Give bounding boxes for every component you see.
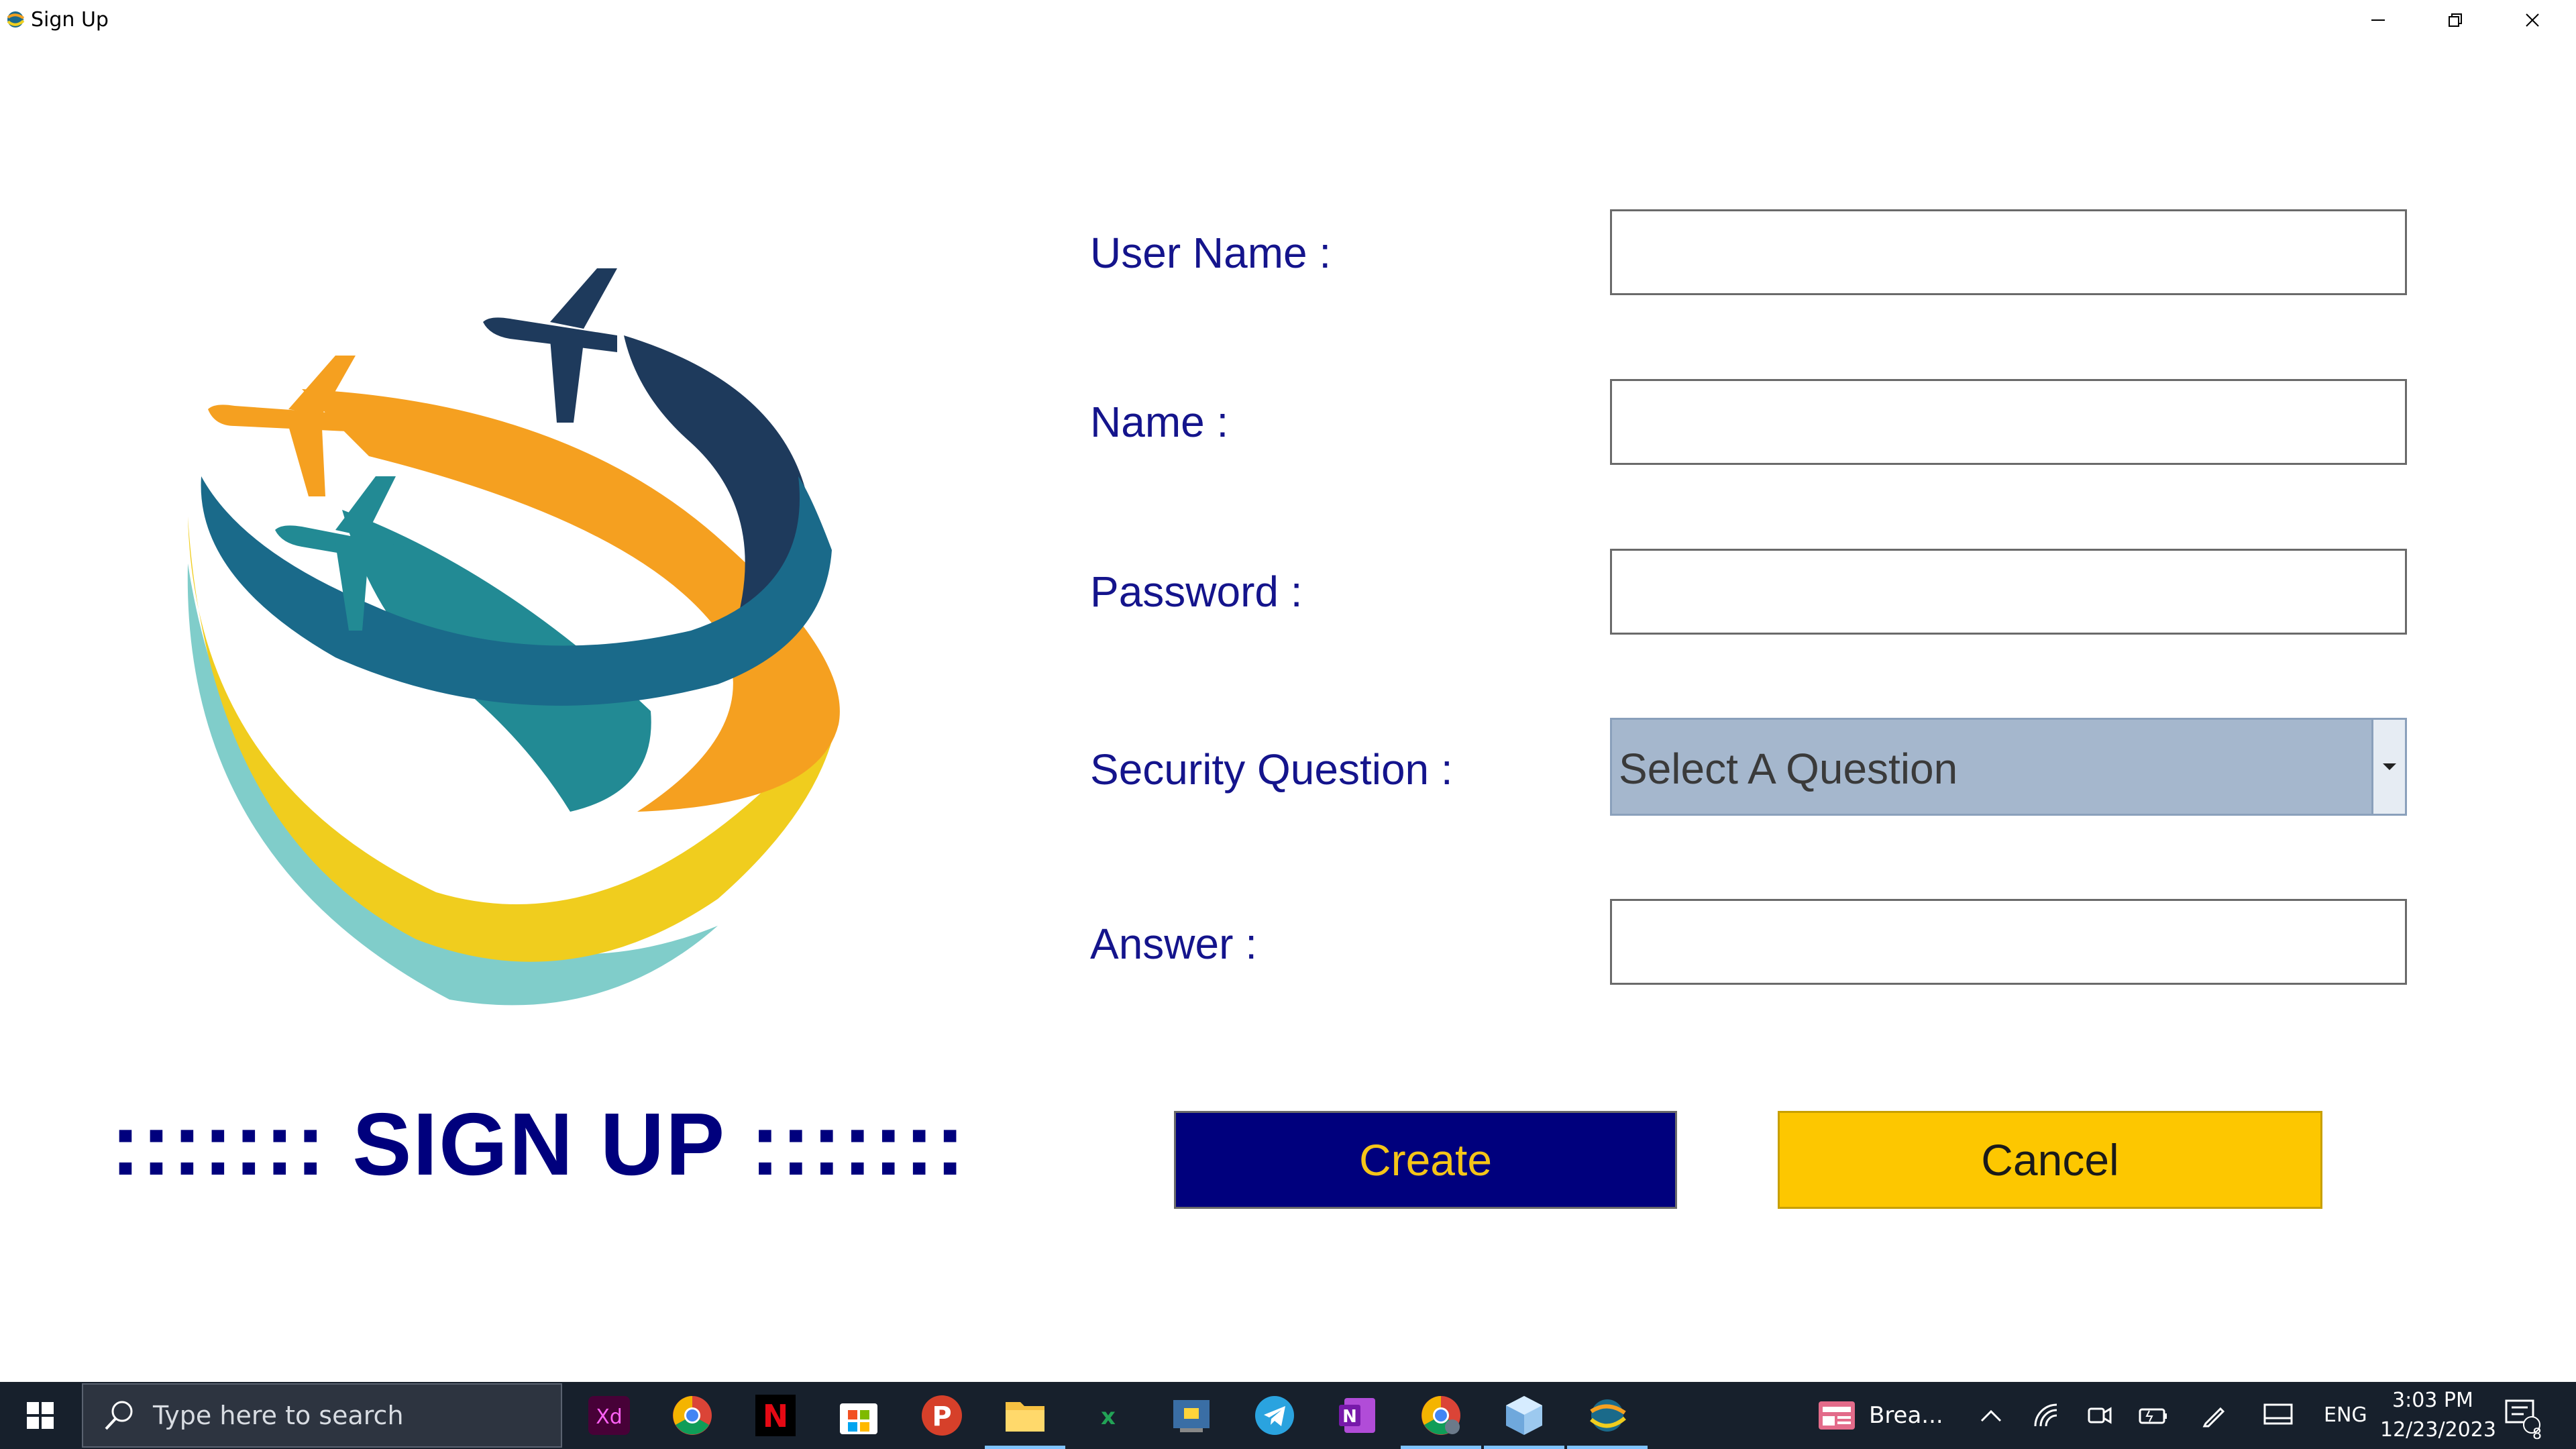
clock-date[interactable]: 12/23/2023: [2380, 1418, 2496, 1442]
start-button[interactable]: [0, 1382, 80, 1449]
camera-icon: [2088, 1407, 2112, 1424]
p-app[interactable]: P: [915, 1389, 969, 1442]
cube-app[interactable]: [1484, 1389, 1564, 1449]
restore-button[interactable]: [2418, 0, 2492, 40]
title-bar: Sign Up: [0, 0, 2576, 43]
file-explorer-icon: [1006, 1402, 1044, 1432]
signup-window: Sign Up::::::: SIGN UP::::::: User Nam…: [0, 0, 2576, 1382]
telegram-icon: [1255, 1396, 1294, 1435]
windows-logo-icon: [27, 1402, 54, 1429]
chrome-profile-app[interactable]: [1401, 1389, 1481, 1449]
battery-icon: [2139, 1408, 2167, 1424]
name-label: Name :: [1090, 398, 1229, 446]
answer-field-box: [1610, 899, 2407, 985]
display-icon: [2263, 1403, 2293, 1425]
language-indicator[interactable]: ENG: [2324, 1403, 2367, 1427]
news-label: Brea...: [1869, 1402, 1943, 1429]
close-icon: [2526, 13, 2539, 27]
wifi-icon: [2034, 1403, 2057, 1427]
store-app[interactable]: [832, 1389, 885, 1442]
pen-icon: [2202, 1407, 2225, 1428]
clock-time[interactable]: 3:03 PM: [2392, 1389, 2473, 1412]
onenote-app[interactable]: N: [1331, 1389, 1385, 1442]
xd-icon: Xd: [588, 1396, 630, 1435]
news-icon: [1819, 1401, 1855, 1430]
close-button[interactable]: [2496, 0, 2569, 40]
travel-globe-logo: [187, 268, 840, 1006]
active-indicator: [1484, 1446, 1564, 1449]
security-question-select[interactable]: Select A Question: [1610, 718, 2407, 816]
password-input[interactable]: [1612, 551, 2405, 633]
security-question-label: Security Question :: [1090, 745, 1453, 794]
chrome-icon: [673, 1396, 712, 1435]
wifi-button[interactable]: [2019, 1389, 2073, 1442]
meet-button[interactable]: [2073, 1389, 2127, 1442]
battery-button[interactable]: [2127, 1389, 2180, 1442]
user-name-field-box: [1610, 209, 2407, 295]
news-widget[interactable]: [1810, 1389, 1864, 1442]
p-app-icon: P: [922, 1395, 962, 1436]
netflix-app[interactable]: N: [749, 1389, 802, 1442]
telegram-app[interactable]: [1248, 1389, 1301, 1442]
active-indicator: [985, 1446, 1065, 1449]
notification-count: 8: [2532, 1426, 2542, 1443]
security-question-selected: Select A Question: [1619, 745, 1958, 793]
active-indicator: [1401, 1446, 1481, 1449]
signup-app-icon: [1590, 1399, 1626, 1432]
python-app[interactable]: [1165, 1389, 1218, 1442]
cancel-button[interactable]: Cancel: [1778, 1111, 2322, 1209]
app-logo-icon: [7, 11, 25, 28]
password-label: Password :: [1090, 568, 1303, 616]
store-icon: [840, 1403, 877, 1434]
excel-icon: x: [1101, 1403, 1116, 1430]
name-field-box: [1610, 379, 2407, 465]
dropdown-arrow-button[interactable]: [2371, 720, 2405, 814]
minimize-button[interactable]: [2341, 0, 2415, 40]
caret-down-icon: [2382, 763, 2396, 770]
signup-heading: ::::::: SIGN UP :::::::: [111, 1095, 967, 1193]
cube-app-icon: [1506, 1396, 1542, 1435]
python-icon: [1173, 1400, 1210, 1432]
user-name-input[interactable]: [1612, 211, 2405, 293]
netflix-icon: N: [755, 1395, 796, 1436]
file-explorer-app[interactable]: [985, 1389, 1065, 1449]
answer-label: Answer :: [1090, 920, 1257, 968]
name-input[interactable]: [1612, 381, 2405, 463]
svg-text:P: P: [932, 1401, 951, 1432]
pen-button[interactable]: [2187, 1389, 2241, 1442]
signup-app[interactable]: [1567, 1389, 1648, 1449]
answer-input[interactable]: [1612, 901, 2405, 983]
svg-text:Xd: Xd: [596, 1405, 623, 1429]
chrome-app[interactable]: [665, 1389, 719, 1442]
svg-text:N: N: [763, 1398, 789, 1434]
notification-button[interactable]: 8: [2496, 1389, 2549, 1443]
search-icon: [105, 1401, 133, 1430]
restore-icon: [2449, 13, 2462, 27]
create-button[interactable]: Create: [1174, 1111, 1677, 1209]
search-placeholder: Type here to search: [153, 1401, 404, 1430]
password-field-box: [1610, 549, 2407, 635]
window-title: Sign Up: [31, 8, 109, 32]
svg-text:N: N: [1342, 1407, 1357, 1427]
active-indicator: [1567, 1446, 1648, 1449]
excel-app[interactable]: x: [1081, 1389, 1135, 1442]
chrome-profile-icon: [1421, 1396, 1460, 1435]
taskbar: Type here to search Xd N P x N Brea... E…: [0, 1382, 2576, 1449]
chevron-up-icon: [1980, 1409, 2002, 1422]
minimize-icon: [2371, 19, 2385, 21]
adobe-xd-app[interactable]: Xd: [582, 1389, 636, 1442]
onenote-icon: N: [1339, 1398, 1375, 1433]
svg-text:x: x: [1101, 1403, 1116, 1430]
user-name-label: User Name :: [1090, 229, 1332, 277]
taskbar-search-box[interactable]: Type here to search: [82, 1383, 562, 1448]
show-hidden-icons-button[interactable]: [1964, 1389, 2018, 1442]
display-button[interactable]: [2251, 1389, 2305, 1442]
